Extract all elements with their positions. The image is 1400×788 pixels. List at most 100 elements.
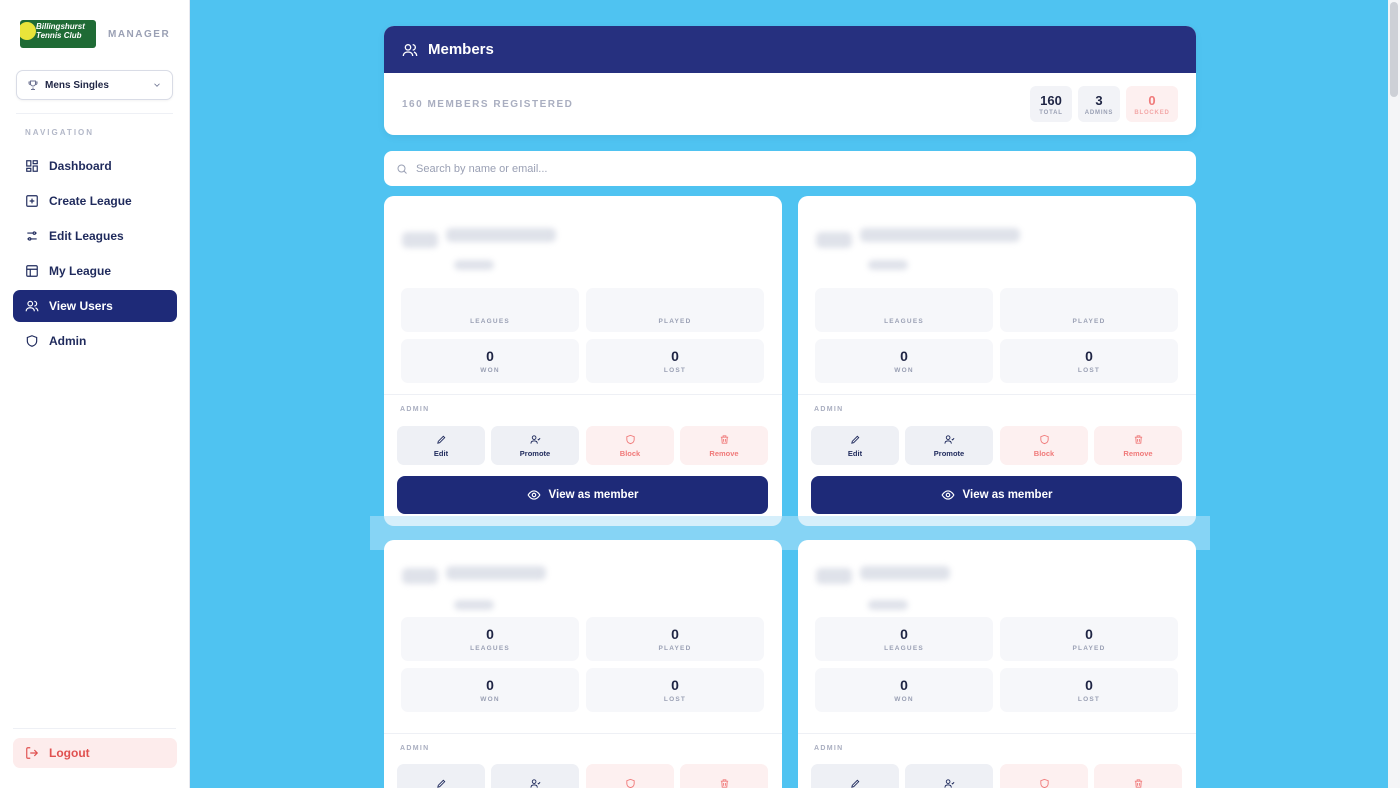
blurred-avatar	[402, 232, 438, 248]
member-card: 0 LEAGUES 0 PLAYED 0 WON 0 LOST ADMIN	[798, 540, 1196, 788]
brand-role: MANAGER	[108, 28, 171, 40]
block-button[interactable]: Block	[586, 426, 674, 465]
won-stat: 0 WON	[401, 668, 579, 712]
promote-label: Promote	[933, 448, 965, 458]
sliders-icon	[27, 231, 37, 241]
leagues-stat: LEAGUES	[401, 288, 579, 332]
sidebar-item-edit-leagues[interactable]: Edit Leagues	[13, 220, 177, 252]
lost-stat: 0 LOST	[586, 339, 764, 383]
leagues-stat: 0 LEAGUES	[815, 617, 993, 661]
blurred-name	[860, 566, 950, 580]
edit-button[interactable]: Edit	[397, 426, 485, 465]
sidebar-item-my-league[interactable]: My League	[13, 255, 177, 287]
sidebar-item-label: Dashboard	[49, 159, 112, 173]
played-stat: 0 PLAYED	[1000, 617, 1178, 661]
edit-label: Edit	[847, 448, 863, 458]
won-value: 0	[486, 677, 494, 693]
chevron-down-icon	[154, 83, 160, 87]
logout-button[interactable]: Logout	[13, 738, 177, 768]
promote-button[interactable]: Promote	[491, 426, 579, 465]
trash-icon	[1134, 779, 1142, 788]
played-stat: PLAYED	[1000, 288, 1178, 332]
view-as-member-button[interactable]: View as member	[397, 476, 768, 514]
total-label: TOTAL	[1039, 109, 1063, 116]
promote-button[interactable]	[905, 764, 993, 788]
blurred-avatar	[402, 568, 438, 584]
won-label: WON	[894, 367, 914, 374]
scrollbar[interactable]	[1388, 0, 1400, 788]
sidebar: Billingshurst Tennis Club MANAGER Mens Si…	[0, 0, 190, 788]
sidebar-item-label: View Users	[49, 299, 113, 313]
remove-button[interactable]	[1094, 764, 1182, 788]
edit-button[interactable]: Edit	[811, 426, 899, 465]
won-stat: 0 WON	[401, 339, 579, 383]
blurred-email	[868, 600, 908, 610]
page-title: Members	[428, 41, 494, 58]
sidebar-item-label: Edit Leagues	[49, 229, 124, 243]
sidebar-item-admin[interactable]: Admin	[13, 325, 177, 357]
members-registered-text: 160 MEMBERS REGISTERED	[402, 98, 574, 110]
lost-label: LOST	[1077, 367, 1101, 374]
blurred-name	[860, 228, 1020, 242]
block-button[interactable]: Block	[1000, 426, 1088, 465]
block-button[interactable]	[586, 764, 674, 788]
view-as-member-label: View as member	[548, 489, 639, 501]
pencil-icon	[436, 435, 445, 444]
lost-label: LOST	[663, 367, 687, 374]
pencil-icon	[850, 779, 859, 788]
blocked-value: 0	[1148, 92, 1156, 108]
blurred-email	[454, 260, 494, 270]
remove-button[interactable]	[680, 764, 768, 788]
won-value: 0	[486, 348, 494, 364]
sidebar-item-view-users[interactable]: View Users	[13, 290, 177, 322]
edit-button[interactable]	[397, 764, 485, 788]
club-logo[interactable]: Billingshurst Tennis Club	[20, 20, 96, 48]
brand: Billingshurst Tennis Club MANAGER	[20, 20, 170, 48]
won-label: WON	[480, 696, 500, 703]
users-icon	[402, 43, 418, 56]
trash-icon	[720, 434, 728, 444]
promote-label: Promote	[519, 448, 551, 458]
user-promote-icon	[943, 779, 954, 788]
logout-icon	[26, 747, 39, 759]
league-select[interactable]: Mens Singles	[16, 70, 173, 100]
sidebar-item-dashboard[interactable]: Dashboard	[13, 150, 177, 182]
edit-button[interactable]	[811, 764, 899, 788]
trophy-icon	[28, 80, 38, 90]
lost-value: 0	[1085, 348, 1093, 364]
pencil-icon	[850, 435, 859, 444]
card-divider	[798, 394, 1196, 395]
played-label: PLAYED	[658, 645, 692, 652]
remove-button[interactable]: Remove	[680, 426, 768, 465]
dashboard-icon	[26, 160, 38, 172]
remove-button[interactable]: Remove	[1094, 426, 1182, 465]
leagues-value: 0	[486, 626, 494, 642]
won-stat: 0 WON	[815, 339, 993, 383]
sidebar-item-create-league[interactable]: Create League	[13, 185, 177, 217]
view-as-member-label: View as member	[962, 489, 1053, 501]
search-icon	[397, 164, 407, 174]
search-bar	[384, 151, 1196, 186]
total-value: 160	[1040, 92, 1062, 108]
scrollbar-thumb[interactable]	[1390, 2, 1398, 97]
promote-button[interactable]	[491, 764, 579, 788]
played-stat: 0 PLAYED	[586, 617, 764, 661]
members-summary: 160 MEMBERS REGISTERED 160 TOTAL 3 ADMIN…	[384, 73, 1196, 135]
search-input[interactable]	[416, 162, 1136, 175]
played-value: 0	[671, 626, 679, 642]
played-value: 0	[1085, 626, 1093, 642]
shield-icon	[1039, 434, 1049, 444]
members-header-bar: Members	[384, 26, 1196, 73]
view-as-member-button[interactable]: View as member	[811, 476, 1182, 514]
card-divider	[384, 394, 782, 395]
played-label: PLAYED	[1072, 645, 1106, 652]
admins-value: 3	[1095, 92, 1103, 108]
card-divider	[384, 733, 782, 734]
leagues-stat: 0 LEAGUES	[401, 617, 579, 661]
block-button[interactable]	[1000, 764, 1088, 788]
won-stat: 0 WON	[815, 668, 993, 712]
admins-stat: 3 ADMINS	[1078, 86, 1120, 122]
remove-label: Remove	[1123, 448, 1153, 458]
promote-button[interactable]: Promote	[905, 426, 993, 465]
lost-value: 0	[671, 677, 679, 693]
